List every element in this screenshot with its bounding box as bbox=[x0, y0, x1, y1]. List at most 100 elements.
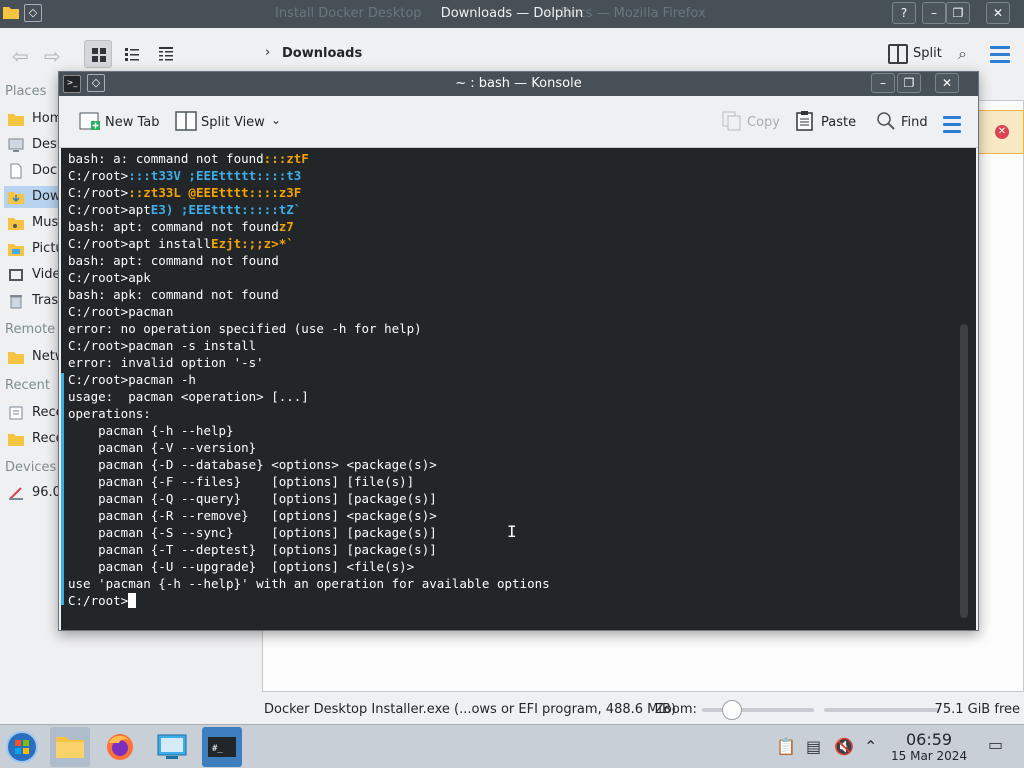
terminal-scrollbar[interactable] bbox=[960, 324, 968, 618]
downloads-folder-icon bbox=[8, 192, 24, 204]
maximize-button[interactable]: ❐ bbox=[946, 2, 970, 24]
find-button[interactable]: Find bbox=[875, 110, 931, 134]
clock-date[interactable]: 15 Mar 2024 bbox=[891, 749, 967, 763]
places-item-music[interactable]: Music bbox=[4, 212, 60, 234]
maximize-button[interactable]: ❐ bbox=[897, 73, 921, 93]
error-icon[interactable]: ✕ bbox=[995, 125, 1009, 139]
ibeam-cursor-icon: I bbox=[507, 522, 517, 541]
search-icon[interactable]: ⌕ bbox=[958, 44, 967, 64]
places-panel: Places Home Desktop Documents Downloads … bbox=[0, 80, 60, 724]
places-item-pictures[interactable]: Pictures bbox=[4, 238, 60, 260]
terminal-line: usage: pacman <operation> [...] bbox=[68, 389, 309, 404]
places-item-recent-files[interactable]: Recent Files bbox=[4, 402, 60, 424]
places-item-label: Home bbox=[32, 111, 60, 126]
places-item-hard-drive[interactable]: 96.0 GiB Hard Drive bbox=[4, 482, 60, 504]
konsole-toolbar: New Tab Split View ⌄ Copy Paste Find bbox=[59, 96, 978, 148]
copy-icon bbox=[722, 111, 741, 131]
find-icon bbox=[877, 112, 895, 130]
places-header: Places bbox=[5, 84, 47, 99]
icons-view-button[interactable] bbox=[84, 40, 112, 68]
warning-banner: ✕ bbox=[978, 110, 1024, 154]
hamburger-menu-icon[interactable] bbox=[943, 116, 961, 137]
status-bar: Docker Desktop Installer.exe (...ows or … bbox=[262, 696, 1024, 724]
start-orb-icon bbox=[6, 731, 38, 763]
terminal-line: pacman {-h --help} bbox=[68, 423, 234, 438]
places-item-recent-locations[interactable]: Recent Locations bbox=[4, 428, 60, 450]
taskbar-dolphin[interactable] bbox=[50, 727, 90, 767]
help-button[interactable]: ? bbox=[892, 2, 916, 24]
free-space-label: 75.1 GiB free bbox=[934, 702, 1020, 717]
split-button[interactable]: Split bbox=[888, 42, 948, 66]
find-label: Find bbox=[901, 115, 928, 130]
terminal-garbage-text: :::t33V ;EEEttttt::::t3 bbox=[128, 168, 302, 183]
clock-time[interactable]: 06:59 bbox=[906, 730, 952, 749]
split-icon bbox=[888, 44, 908, 64]
new-tab-label: New Tab bbox=[105, 115, 160, 130]
taskbar-settings[interactable] bbox=[152, 727, 192, 767]
zoom-slider-handle[interactable] bbox=[722, 700, 742, 720]
taskbar-firefox[interactable] bbox=[100, 727, 140, 767]
dolphin-titlebar[interactable]: ◇ Install Docker Desktop er Docs — Mozil… bbox=[0, 0, 1024, 28]
devices-header: Devices bbox=[5, 460, 57, 475]
minimize-button[interactable]: – bbox=[871, 73, 895, 93]
back-arrow-icon[interactable]: ⇦ bbox=[12, 44, 29, 68]
konsole-window-title: ~ : bash — Konsole bbox=[455, 76, 582, 91]
hamburger-menu-icon[interactable] bbox=[990, 46, 1010, 67]
application-launcher[interactable] bbox=[2, 727, 42, 767]
paste-label: Paste bbox=[821, 115, 857, 130]
terminal-line: C:/root>pacman bbox=[68, 304, 174, 319]
home-folder-icon bbox=[8, 114, 24, 126]
places-item-videos[interactable]: Videos bbox=[4, 264, 60, 286]
terminal-line: bash: apt: command not foundz7 bbox=[68, 218, 550, 235]
paste-button[interactable]: Paste bbox=[795, 110, 859, 134]
terminal-prompt-line[interactable]: C:/root> bbox=[68, 592, 550, 609]
places-item-label: Desktop bbox=[32, 137, 60, 152]
show-desktop-icon[interactable]: ▭ bbox=[988, 735, 1003, 754]
prompt-text: C:/root> bbox=[68, 593, 129, 608]
details-view-button[interactable] bbox=[152, 40, 180, 68]
clipboard-icon[interactable]: 📋 bbox=[776, 737, 796, 756]
terminal-line: error: no operation specified (use -h fo… bbox=[68, 321, 422, 336]
terminal-line: pacman {-T --deptest} [options] [package… bbox=[68, 542, 437, 557]
places-item-desktop[interactable]: Desktop bbox=[4, 134, 60, 156]
compact-view-button[interactable] bbox=[118, 40, 146, 68]
network-folder-icon bbox=[8, 352, 24, 364]
compact-view-icon bbox=[125, 48, 139, 61]
terminal-line: C:/root>apt installEzjt:;;z>*` bbox=[68, 235, 550, 252]
breadcrumb-chevron-icon: › bbox=[265, 45, 271, 60]
volume-muted-icon[interactable]: 🔇 bbox=[834, 737, 854, 756]
places-item-label: 96.0 GiB Hard Drive bbox=[32, 485, 60, 500]
terminal-line: pacman {-V --version} bbox=[68, 440, 257, 455]
places-item-trash[interactable]: Trash bbox=[4, 290, 60, 312]
places-item-label: Videos bbox=[32, 267, 60, 282]
terminal-line: error: invalid option '-s' bbox=[68, 355, 264, 370]
terminal-garbage-text: z7 bbox=[278, 219, 294, 234]
new-tab-button[interactable]: New Tab bbox=[79, 110, 163, 134]
forward-arrow-icon[interactable]: ⇨ bbox=[44, 44, 61, 68]
chevron-up-icon[interactable]: ⌃ bbox=[864, 737, 877, 756]
split-view-button[interactable]: Split View ⌄ bbox=[175, 110, 285, 134]
minimize-button[interactable]: – bbox=[922, 2, 946, 24]
recent-locations-icon bbox=[8, 434, 24, 446]
chevron-down-icon[interactable]: ⌄ bbox=[271, 113, 281, 127]
close-button[interactable]: ✕ bbox=[986, 2, 1010, 24]
split-label: Split bbox=[913, 46, 942, 61]
terminal-view[interactable]: bash: a: command not found:::ztF C:/root>… bbox=[61, 148, 976, 630]
trash-icon bbox=[10, 295, 22, 309]
places-item-downloads[interactable]: Downloads bbox=[4, 186, 60, 208]
breadcrumb-downloads[interactable]: Downloads bbox=[282, 46, 362, 61]
zoom-slider-track[interactable] bbox=[702, 708, 814, 712]
places-item-network[interactable]: Network bbox=[4, 346, 60, 368]
places-item-home[interactable]: Home bbox=[4, 108, 60, 130]
folder-icon bbox=[56, 737, 84, 758]
copy-button[interactable]: Copy bbox=[721, 110, 781, 134]
notes-icon[interactable]: ▤ bbox=[806, 737, 821, 756]
places-item-documents[interactable]: Documents bbox=[4, 160, 60, 182]
terminal-line: bash: apt: command not found bbox=[68, 253, 279, 268]
dolphin-window-title: Downloads — Dolphin bbox=[440, 6, 584, 21]
terminal-line: C:/root>::zt33L @EEEtttt::::z3F bbox=[68, 184, 550, 201]
close-button[interactable]: ✕ bbox=[935, 73, 959, 93]
terminal-text: C:/root>apt install bbox=[68, 236, 211, 251]
taskbar-konsole[interactable]: #_ bbox=[202, 727, 242, 767]
konsole-titlebar[interactable]: >_ ◇ ~ : bash — Konsole – ❐ ✕ bbox=[59, 72, 978, 96]
